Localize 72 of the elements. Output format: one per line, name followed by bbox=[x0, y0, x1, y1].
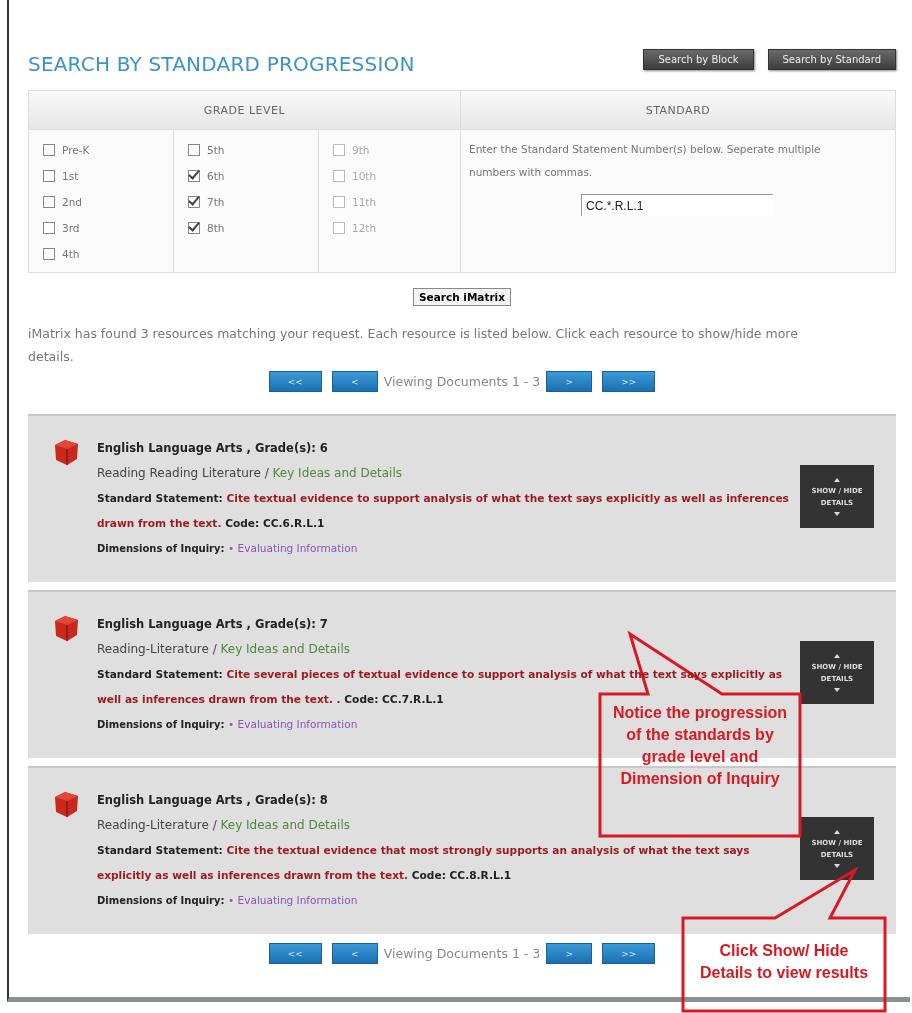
checkbox[interactable] bbox=[188, 221, 200, 234]
checkbox[interactable] bbox=[188, 195, 200, 208]
strand-name: Reading Reading Literature bbox=[97, 466, 261, 480]
strand-name: Reading-Literature bbox=[97, 642, 209, 656]
dimensions-label: Dimensions of Inquiry: bbox=[97, 543, 225, 554]
checkbox[interactable] bbox=[188, 143, 200, 156]
callout-text: Click Show/ Hide Details to view results bbox=[698, 941, 870, 983]
standard-heading: STANDARD bbox=[461, 91, 895, 130]
caret-down-icon bbox=[834, 863, 840, 868]
checkbox-label: 7th bbox=[207, 195, 225, 208]
dimensions-label: Dimensions of Inquiry: bbox=[97, 719, 225, 730]
checkbox[interactable] bbox=[188, 169, 200, 182]
callout-text: Notice the progression of the standards by grade level and Dimension of Inquiry bbox=[611, 703, 789, 789]
result-message: iMatrix has found 3 resources matching your request. Each resource is listed below. Click each resource to show/hide more details. bbox=[28, 325, 799, 366]
checkbox[interactable] bbox=[43, 195, 55, 208]
cube-icon bbox=[52, 790, 80, 818]
caret-down-icon bbox=[834, 511, 840, 516]
caret-down-icon bbox=[834, 687, 840, 692]
checkbox-label: 2nd bbox=[62, 195, 82, 208]
next-page-button[interactable]: > bbox=[546, 943, 593, 964]
dimension-link[interactable]: • Evaluating Information bbox=[228, 894, 358, 906]
separator: / bbox=[212, 642, 217, 656]
checkbox-label: Pre-K bbox=[62, 143, 90, 156]
resource-title: English Language Arts , Grade(s): 8 bbox=[97, 792, 328, 809]
page-title: SEARCH BY STANDARD PROGRESSION bbox=[28, 52, 415, 76]
first-page-button[interactable]: << bbox=[268, 943, 322, 964]
checkbox-label: 8th bbox=[207, 221, 225, 234]
checkbox-label: 6th bbox=[207, 169, 225, 182]
separator: / bbox=[212, 818, 217, 832]
previous-page-button[interactable]: < bbox=[331, 943, 378, 964]
separator: / bbox=[264, 466, 269, 480]
last-page-button[interactable]: >> bbox=[602, 371, 656, 392]
checkbox-label: 1st bbox=[62, 169, 79, 182]
checkbox-label: 11th bbox=[352, 195, 377, 208]
last-page-button[interactable]: >> bbox=[602, 943, 656, 964]
previous-page-button[interactable]: < bbox=[331, 371, 378, 392]
checkbox-label: 12th bbox=[352, 221, 377, 234]
standard-number-field[interactable]: CC.*.R.L.1 bbox=[581, 194, 773, 216]
next-page-button[interactable]: > bbox=[546, 371, 593, 392]
first-page-button[interactable]: << bbox=[268, 371, 322, 392]
pager-status: Viewing Documents 1 - 3 bbox=[383, 946, 541, 961]
checkbox-label: 3rd bbox=[62, 221, 80, 234]
cube-icon bbox=[52, 438, 80, 466]
search-by-block-button[interactable]: Search by Block bbox=[643, 48, 754, 70]
checkbox[interactable] bbox=[43, 143, 55, 156]
checkbox[interactable] bbox=[43, 169, 55, 182]
search-imatrix-button[interactable]: Search iMatrix bbox=[413, 288, 511, 306]
resource-title: English Language Arts , Grade(s): 7 bbox=[97, 616, 328, 633]
standard-statement: Standard Statement: Cite the textual evidence that most strongly supports an analysis of what the text says explicitly as well as inferences drawn from the text. Code: CC.8.R.L.1 bbox=[97, 843, 751, 883]
resource-title: English Language Arts , Grade(s): 6 bbox=[97, 440, 328, 457]
grade-level-heading: GRADE LEVEL bbox=[29, 91, 461, 130]
checkbox-label: 9th bbox=[352, 143, 370, 156]
checkbox[interactable] bbox=[43, 221, 55, 234]
checkbox-label: 4th bbox=[62, 247, 80, 260]
pager-status: Viewing Documents 1 - 3 bbox=[383, 374, 541, 389]
dimensions-label: Dimensions of Inquiry: bbox=[97, 895, 225, 906]
search-by-standard-button[interactable]: Search by Standard bbox=[767, 48, 896, 70]
strand-name: Reading-Literature bbox=[97, 818, 209, 832]
dimension-link[interactable]: • Evaluating Information bbox=[228, 542, 358, 554]
dimension-link[interactable]: • Evaluating Information bbox=[228, 718, 358, 730]
caret-up-icon bbox=[834, 829, 840, 834]
cube-icon bbox=[52, 614, 80, 642]
standard-statement: Standard Statement: Cite textual evidence to support analysis of what the text says explicitly as well as inferences drawn from the text. Code: CC.6.R.L.1 bbox=[97, 491, 790, 531]
standard-instructions: Enter the Standard Statement Number(s) below. Seperate multiple numbers with commas. bbox=[469, 142, 822, 180]
cluster-link[interactable]: Key Ideas and Details bbox=[220, 642, 351, 656]
caret-up-icon bbox=[834, 477, 840, 482]
checkbox[interactable] bbox=[43, 247, 55, 260]
checkbox-label: 10th bbox=[352, 169, 377, 182]
cluster-link[interactable]: Key Ideas and Details bbox=[272, 466, 403, 480]
caret-up-icon bbox=[834, 653, 840, 658]
cluster-link[interactable]: Key Ideas and Details bbox=[220, 818, 351, 832]
checkbox-label: 5th bbox=[207, 143, 225, 156]
